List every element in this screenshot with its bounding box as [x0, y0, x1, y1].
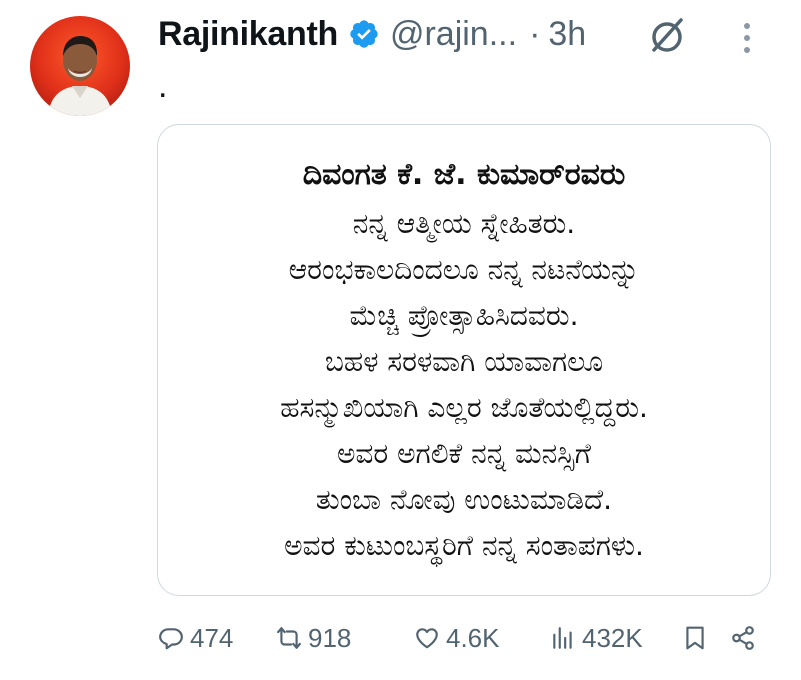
bookmark-icon	[686, 626, 704, 650]
tweet-actions: 474 918 4.6K 432K	[158, 618, 758, 658]
message-line: ಅವರ ಕುಟುಂಬಸ್ಥರಿಗೆ ನನ್ನ ಸಂತಾಪಗಳು.	[284, 529, 644, 562]
views-button[interactable]: 432K	[550, 618, 643, 658]
avatar[interactable]	[30, 16, 130, 116]
more-icon[interactable]	[734, 18, 760, 58]
message-line: ನನ್ನ ಆತ್ಮೀಯ ಸ್ನೇಹಿತರು.	[352, 207, 576, 240]
separator-dot: ·	[529, 14, 541, 53]
message-line: ಆರಂಭಕಾಲದಿಂದಲೂ ನನ್ನ ನಟನೆಯನ್ನು	[288, 253, 640, 286]
bookmark-button[interactable]	[682, 618, 708, 658]
verified-badge-icon[interactable]	[348, 18, 380, 50]
like-count: 4.6K	[446, 622, 500, 653]
message-line: ತುಂಬಾ ನೋವು ಉಂಟುಮಾಡಿದೆ.	[315, 483, 613, 516]
author-name[interactable]: Rajinikanth	[158, 15, 338, 54]
condolence-message: ದಿವಂಗತ ಕೆ. ಜೆ. ಕುಮಾರ್‌ರವರು ನನ್ನ ಆತ್ಮೀಯ ಸ…	[158, 153, 770, 569]
message-line: ಹಸನ್ಮುಖಿಯಾಗಿ ಎಲ್ಲರ ಜೊತೆಯಲ್ಲಿದ್ದರು.	[280, 391, 648, 424]
message-title: ದಿವಂಗತ ಕೆ. ಜೆ. ಕುಮಾರ್‌ರವರು	[302, 157, 626, 192]
message-line: ಅವರ ಅಗಲಿಕೆ ನನ್ನ ಮನಸ್ಸಿಗೆ	[336, 437, 592, 470]
repost-button[interactable]: 918	[276, 618, 351, 658]
grok-icon[interactable]	[646, 14, 688, 56]
views-count: 432K	[582, 622, 643, 653]
repost-count: 918	[308, 622, 352, 653]
like-icon	[416, 628, 438, 649]
message-line: ಮೆಚ್ಚಿ ಪ್ರೋತ್ಸಾಹಿಸಿದವರು.	[349, 299, 579, 332]
tweet-image[interactable]: ದಿವಂಗತ ಕೆ. ಜೆ. ಕುಮಾರ್‌ರವರು ನನ್ನ ಆತ್ಮೀಯ ಸ…	[157, 124, 771, 596]
repost-icon	[277, 627, 301, 649]
tweet-text: .	[158, 67, 168, 105]
reply-icon	[159, 628, 183, 650]
like-button[interactable]: 4.6K	[414, 618, 500, 658]
views-icon	[553, 627, 572, 649]
reply-button[interactable]: 474	[158, 618, 233, 658]
timestamp[interactable]: 3h	[548, 15, 586, 54]
reply-count: 474	[190, 622, 234, 653]
author-handle[interactable]: @rajin...	[390, 15, 517, 54]
share-button[interactable]	[730, 618, 756, 658]
message-line: ಬಹಳ ಸರಳವಾಗಿ ಯಾವಾಗಲೂ	[324, 345, 604, 378]
tweet-header: Rajinikanth @rajin... · 3h	[158, 10, 586, 58]
share-icon	[732, 626, 754, 650]
